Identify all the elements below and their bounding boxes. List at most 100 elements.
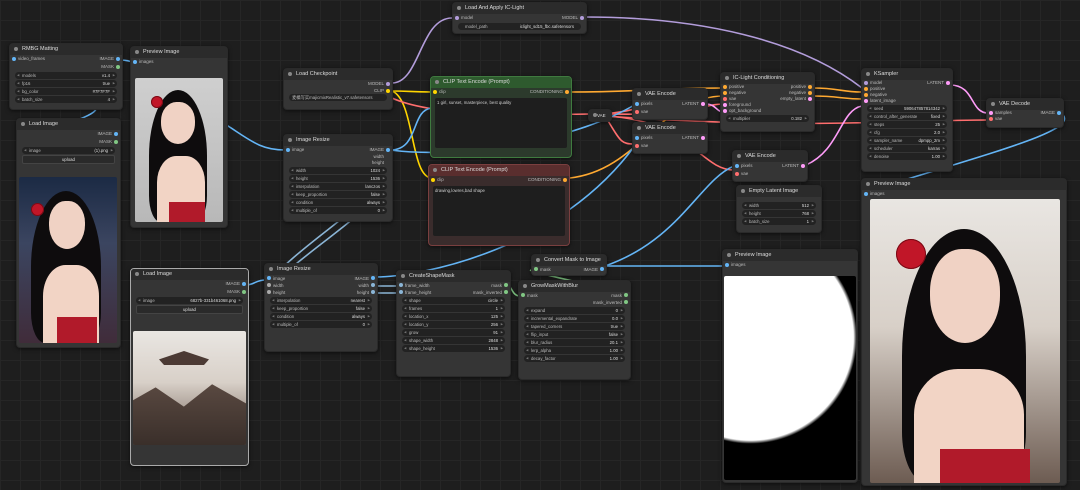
node-title: CLIP Text Encode (Prompt) — [429, 165, 569, 176]
prompt-text-area[interactable]: 1 girl, sunset, masterpiece, best qualit… — [435, 98, 567, 148]
node-rmbg-matting[interactable]: RMBG Matting video_frames IMAGE MASK mode… — [9, 43, 123, 110]
node-title: IC-Light Conditioning — [721, 73, 814, 84]
node-title: VAE — [589, 110, 611, 121]
upload-button[interactable]: upload — [136, 305, 243, 314]
widget-denoise[interactable]: denoise1.00 — [867, 153, 947, 160]
node-title: Load Image — [131, 269, 248, 280]
node-title: Preview Image — [862, 179, 1066, 190]
node-image-resize-1[interactable]: Image Resize imageIMAGE width height wid… — [283, 134, 393, 222]
preview-portrait-image — [135, 78, 223, 222]
widget-image[interactable]: image6827b-331b461068.png — [136, 297, 243, 304]
node-title: KSampler — [862, 69, 952, 80]
output-label: MASK — [99, 139, 112, 144]
output-label: IMAGE — [99, 56, 114, 61]
output-label: IMAGE — [369, 147, 384, 152]
node-title: Empty Latent Image — [737, 186, 821, 197]
widget-sampler-name[interactable]: sampler_namedpmpp_2m — [867, 137, 947, 144]
node-ic-light-conditioning[interactable]: IC-Light Conditioning positive positive n… — [720, 72, 815, 132]
widget-scheduler[interactable]: schedulerkarras — [867, 145, 947, 152]
node-vae-decode[interactable]: VAE Decode samples IMAGE vae — [986, 98, 1064, 128]
node-title: Image Resize — [265, 264, 377, 275]
input-label: vae — [641, 143, 649, 148]
widget-model-path[interactable]: model_path iclight_sd15_fbc.safetensors — [458, 23, 581, 30]
input-label: model — [461, 15, 474, 20]
node-title: Preview Image — [723, 250, 857, 261]
node-image-resize-2[interactable]: Image Resize image IMAGE width width heigh… — [264, 263, 378, 352]
widget-seed[interactable]: seed590647857814342 — [867, 105, 947, 112]
node-preview-image-final[interactable]: Preview Image images — [861, 178, 1067, 486]
node-ksampler[interactable]: KSampler model LATENT positive negative l… — [861, 68, 953, 172]
node-clip-text-encode-negative[interactable]: CLIP Text Encode (Prompt) clip CONDITIONI… — [428, 164, 570, 246]
prompt-text-area[interactable]: drawing,lowres,bad shape — [433, 186, 565, 236]
output-label: LATENT — [682, 101, 699, 106]
widget-control-after-generate[interactable]: control_after_generatefixed — [867, 113, 947, 120]
node-title: CLIP Text Encode (Prompt) — [431, 77, 571, 88]
node-title: Preview Image — [131, 47, 227, 58]
output-label: CONDITIONING — [527, 177, 561, 182]
output-label: CONDITIONING — [529, 89, 563, 94]
widget-height[interactable]: height1536 — [289, 175, 387, 182]
widget-condition[interactable]: conditionalways — [270, 313, 372, 320]
widget-cfg[interactable]: cfg2.0 — [867, 129, 947, 136]
node-load-image-1[interactable]: Load Image IMAGE MASK image(1).png uploa… — [16, 118, 121, 348]
widget-keep-proportion[interactable]: keep_proportionfalse — [289, 191, 387, 198]
widget-batch-size[interactable]: batch_size1 — [742, 218, 816, 225]
widget-condition[interactable]: conditionalways — [289, 199, 387, 206]
widget-image[interactable]: image(1).png — [22, 147, 115, 154]
node-title: VAE Encode — [633, 123, 707, 134]
node-title: GrowMaskWithBlur — [519, 281, 630, 292]
widget-fp16[interactable]: fp16true — [15, 80, 117, 87]
node-load-checkpoint[interactable]: Load Checkpoint MODEL CLIP 麦橘写实majicmixR… — [283, 68, 393, 110]
node-title: Load Checkpoint — [284, 69, 392, 80]
output-label: LATENT — [682, 135, 699, 140]
node-title: Image Resize — [284, 135, 392, 146]
output-label: MASK — [101, 64, 114, 69]
node-title: Load And Apply IC-Light — [453, 3, 586, 14]
widget-interpolation[interactable]: interpolationnearest — [270, 297, 372, 304]
node-preview-image-mask[interactable]: Preview Image images — [722, 249, 858, 483]
input-label: clip — [437, 177, 444, 182]
input-label: vae — [641, 109, 649, 114]
input-label: images — [139, 59, 154, 64]
widget-interpolation[interactable]: interpolationlanczos — [289, 183, 387, 190]
input-label: pixels — [641, 101, 653, 106]
node-vae-encode-1[interactable]: VAE Encode pixels LATENT vae — [632, 88, 708, 120]
node-title: VAE Decode — [987, 99, 1063, 110]
node-clip-text-encode-positive[interactable]: CLIP Text Encode (Prompt) clip CONDITIONI… — [430, 76, 572, 158]
widget-bg-color[interactable]: bg_color#7F7F7F — [15, 88, 117, 95]
widget-keep-proportion[interactable]: keep_proportionfalse — [270, 305, 372, 312]
mask-preview-image — [724, 276, 856, 480]
output-label: MODEL — [561, 15, 578, 20]
output-label: IMAGE — [97, 131, 112, 136]
output-label: height — [371, 160, 384, 165]
node-title: CreateShapeMask — [397, 271, 510, 282]
loaded-portrait-image — [19, 177, 117, 343]
final-output-portrait-image — [870, 199, 1060, 483]
node-vae-encode-3[interactable]: VAE Encode pixels LATENT vae — [732, 150, 808, 182]
widget-steps[interactable]: steps25 — [867, 121, 947, 128]
widget-width[interactable]: width1024 — [289, 167, 387, 174]
widget-height[interactable]: height768 — [742, 210, 816, 217]
loaded-landscape-image — [133, 331, 246, 445]
upload-button[interactable]: upload — [22, 155, 115, 164]
node-grow-mask-with-blur[interactable]: GrowMaskWithBlur mask mask mask_inverted … — [518, 280, 631, 380]
widget-batch-size[interactable]: batch_size4 — [15, 96, 117, 103]
node-title: RMBG Matting — [10, 44, 122, 55]
widget-width[interactable]: width512 — [742, 202, 816, 209]
node-load-apply-ic-light[interactable]: Load And Apply IC-Light model MODEL model… — [452, 2, 587, 34]
widget-models[interactable]: modelsv1.4 — [15, 72, 117, 79]
node-title: VAE Encode — [733, 151, 807, 162]
node-title: Convert Mask to Image — [532, 255, 606, 266]
node-create-shape-mask[interactable]: CreateShapeMask frame_width mask frame_he… — [396, 270, 511, 377]
widget-multiple-of[interactable]: multiple_of0 — [289, 207, 387, 214]
widget-multiple-of[interactable]: multiple_of0 — [270, 321, 372, 328]
node-empty-latent-image[interactable]: Empty Latent Image width512 height768 ba… — [736, 185, 822, 233]
node-title: VAE Encode — [633, 89, 707, 100]
node-vae-reroute[interactable]: VAE — [588, 109, 612, 122]
node-preview-image-1[interactable]: Preview Image images — [130, 46, 228, 228]
widget-ckpt-name[interactable]: 麦橘写实majicmixRealistic_v7.safetensors — [289, 94, 387, 101]
node-vae-encode-2[interactable]: VAE Encode pixels LATENT vae — [632, 122, 708, 154]
node-load-image-2[interactable]: Load Image IMAGE MASK image6827b-331b461… — [130, 268, 249, 466]
widget-multiplier[interactable]: multiplier0.182 — [726, 115, 809, 122]
node-convert-mask-to-image[interactable]: Convert Mask to Image mask IMAGE — [531, 254, 607, 276]
